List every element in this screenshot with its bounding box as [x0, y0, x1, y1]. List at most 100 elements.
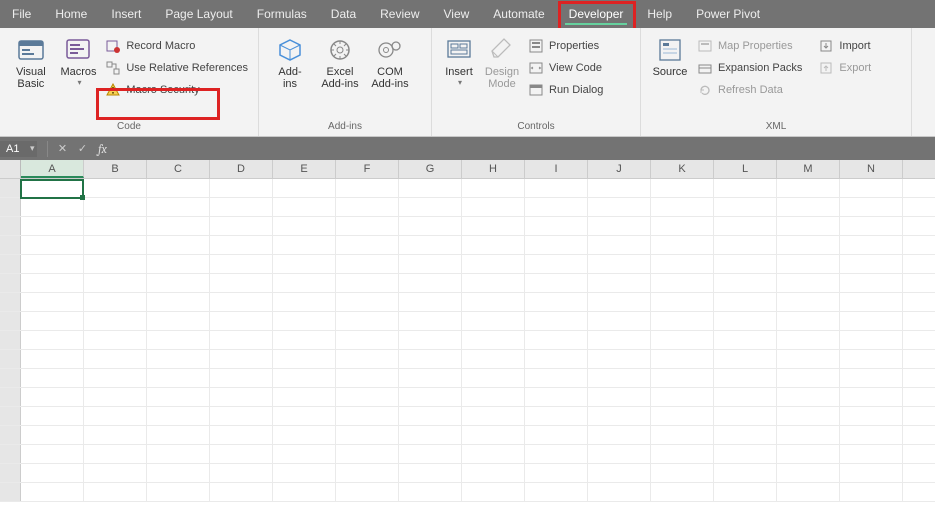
cell[interactable] [21, 369, 84, 387]
tab-help[interactable]: Help [635, 0, 684, 28]
cell[interactable] [777, 426, 840, 444]
cell[interactable] [399, 445, 462, 463]
cell[interactable] [525, 274, 588, 292]
cell[interactable] [21, 236, 84, 254]
cell[interactable] [588, 293, 651, 311]
cell[interactable] [147, 236, 210, 254]
cell[interactable] [273, 312, 336, 330]
enter-formula-button[interactable]: ✓ [72, 139, 92, 159]
cell[interactable] [588, 445, 651, 463]
cell[interactable] [210, 217, 273, 235]
cell[interactable] [462, 179, 525, 197]
cell[interactable] [336, 179, 399, 197]
cell[interactable] [714, 255, 777, 273]
cell[interactable] [147, 445, 210, 463]
cell[interactable] [273, 407, 336, 425]
cell[interactable] [651, 407, 714, 425]
column-header-I[interactable]: I [525, 160, 588, 178]
cell[interactable] [840, 445, 903, 463]
cell[interactable] [462, 331, 525, 349]
cell[interactable] [777, 369, 840, 387]
cell[interactable] [714, 217, 777, 235]
visual-basic-button[interactable]: Visual Basic [6, 32, 56, 100]
cell[interactable] [525, 293, 588, 311]
cell[interactable] [84, 331, 147, 349]
cell[interactable] [588, 198, 651, 216]
cell[interactable] [840, 236, 903, 254]
cell[interactable] [336, 198, 399, 216]
tab-powerpivot[interactable]: Power Pivot [684, 0, 772, 28]
cell[interactable] [399, 179, 462, 197]
source-button[interactable]: Source [647, 32, 693, 100]
cell[interactable] [84, 293, 147, 311]
cell[interactable] [525, 217, 588, 235]
cell[interactable] [147, 331, 210, 349]
cell[interactable] [588, 388, 651, 406]
cell[interactable] [525, 331, 588, 349]
select-all-corner[interactable] [0, 160, 21, 178]
cell[interactable] [210, 350, 273, 368]
cell[interactable] [840, 331, 903, 349]
cell[interactable] [210, 445, 273, 463]
cell[interactable] [462, 217, 525, 235]
cell[interactable] [840, 179, 903, 197]
tab-automate[interactable]: Automate [481, 0, 556, 28]
column-header-C[interactable]: C [147, 160, 210, 178]
cell[interactable] [84, 217, 147, 235]
cell[interactable] [714, 369, 777, 387]
cell[interactable] [21, 426, 84, 444]
row-header-3[interactable] [0, 217, 21, 235]
cell[interactable] [273, 293, 336, 311]
cell[interactable] [588, 483, 651, 501]
column-header-F[interactable]: F [336, 160, 399, 178]
cell[interactable] [777, 331, 840, 349]
cell[interactable] [21, 331, 84, 349]
cell[interactable] [336, 407, 399, 425]
cell[interactable] [147, 388, 210, 406]
cell[interactable] [84, 198, 147, 216]
cell[interactable] [777, 388, 840, 406]
column-header-B[interactable]: B [84, 160, 147, 178]
cell[interactable] [777, 464, 840, 482]
cell[interactable] [588, 217, 651, 235]
cell[interactable] [651, 426, 714, 444]
cell[interactable] [336, 312, 399, 330]
tab-home[interactable]: Home [43, 0, 99, 28]
cell[interactable] [21, 274, 84, 292]
cell[interactable] [273, 350, 336, 368]
cell[interactable] [147, 312, 210, 330]
cell[interactable] [588, 274, 651, 292]
cell[interactable] [651, 483, 714, 501]
cell[interactable] [462, 426, 525, 444]
cell[interactable] [21, 445, 84, 463]
column-header-D[interactable]: D [210, 160, 273, 178]
cell[interactable] [84, 255, 147, 273]
cell[interactable] [147, 350, 210, 368]
cell[interactable] [399, 331, 462, 349]
com-addins-button[interactable]: COM Add-ins [365, 32, 415, 90]
design-mode-button[interactable]: Design Mode [480, 32, 524, 100]
cell[interactable] [273, 464, 336, 482]
use-relative-button[interactable]: Use Relative References [101, 58, 252, 78]
cell[interactable] [651, 293, 714, 311]
cell[interactable] [399, 236, 462, 254]
cell[interactable] [525, 350, 588, 368]
cell[interactable] [462, 274, 525, 292]
cell[interactable] [651, 445, 714, 463]
row-header-17[interactable] [0, 483, 21, 501]
cell[interactable] [840, 483, 903, 501]
row-header-15[interactable] [0, 445, 21, 463]
cell[interactable] [840, 198, 903, 216]
cell[interactable] [210, 426, 273, 444]
tab-insert[interactable]: Insert [99, 0, 153, 28]
cell[interactable] [21, 407, 84, 425]
cell[interactable] [399, 198, 462, 216]
refresh-data-button[interactable]: Refresh Data [693, 80, 806, 100]
insert-function-button[interactable]: fx [92, 139, 112, 159]
cell[interactable] [525, 236, 588, 254]
cell[interactable] [462, 198, 525, 216]
cell[interactable] [588, 407, 651, 425]
cell[interactable] [462, 293, 525, 311]
cell[interactable] [399, 293, 462, 311]
cell[interactable] [525, 426, 588, 444]
